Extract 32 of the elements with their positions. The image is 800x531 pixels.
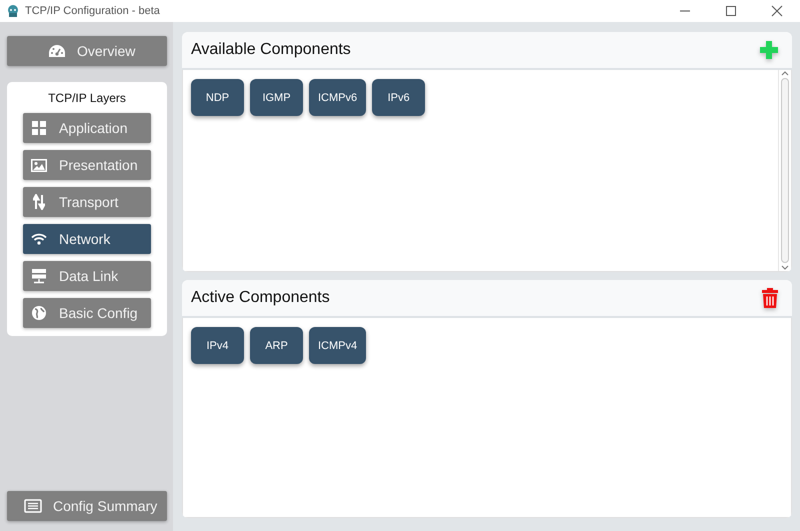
layer-tab[interactable]: Presentation [23, 150, 151, 180]
component-chip[interactable]: ARP [250, 327, 303, 364]
layer-tab[interactable]: Network [23, 224, 151, 254]
component-chip[interactable]: ICMPv4 [309, 327, 366, 364]
component-chip[interactable]: IPv6 [372, 79, 426, 116]
component-chip[interactable]: IGMP [250, 79, 303, 116]
image-icon [31, 158, 47, 172]
overview-button[interactable]: Overview [7, 36, 167, 66]
scroll-down-icon[interactable] [781, 265, 789, 271]
scroll-up-icon[interactable] [781, 70, 789, 76]
layer-tab[interactable]: Data Link [23, 261, 151, 291]
panel-title: Active Components [191, 289, 330, 307]
layers-title: TCP/IP Layers [48, 91, 126, 105]
list-icon [24, 499, 42, 513]
server-icon [32, 268, 46, 284]
component-chip[interactable]: ICMPv6 [309, 79, 366, 116]
wifi-icon [31, 233, 47, 245]
scrollbar[interactable] [778, 70, 791, 271]
up-down-arrows-icon [33, 194, 45, 210]
globe-icon [32, 306, 46, 320]
trash-icon[interactable] [762, 288, 778, 308]
layer-tab[interactable]: Application [23, 113, 151, 143]
panel-title: Available Components [191, 41, 351, 59]
layer-tab[interactable]: Transport [23, 187, 151, 217]
grid-icon [32, 121, 46, 135]
layer-tab[interactable]: Basic Config [23, 298, 151, 328]
gauge-icon [48, 44, 66, 58]
app-logo-icon [6, 4, 20, 18]
component-chip[interactable]: IPv4 [191, 327, 244, 364]
component-chip[interactable]: NDP [191, 79, 244, 116]
window-title: TCP/IP Configuration - beta [25, 5, 161, 17]
config-summary-button[interactable]: Config Summary [7, 491, 167, 521]
